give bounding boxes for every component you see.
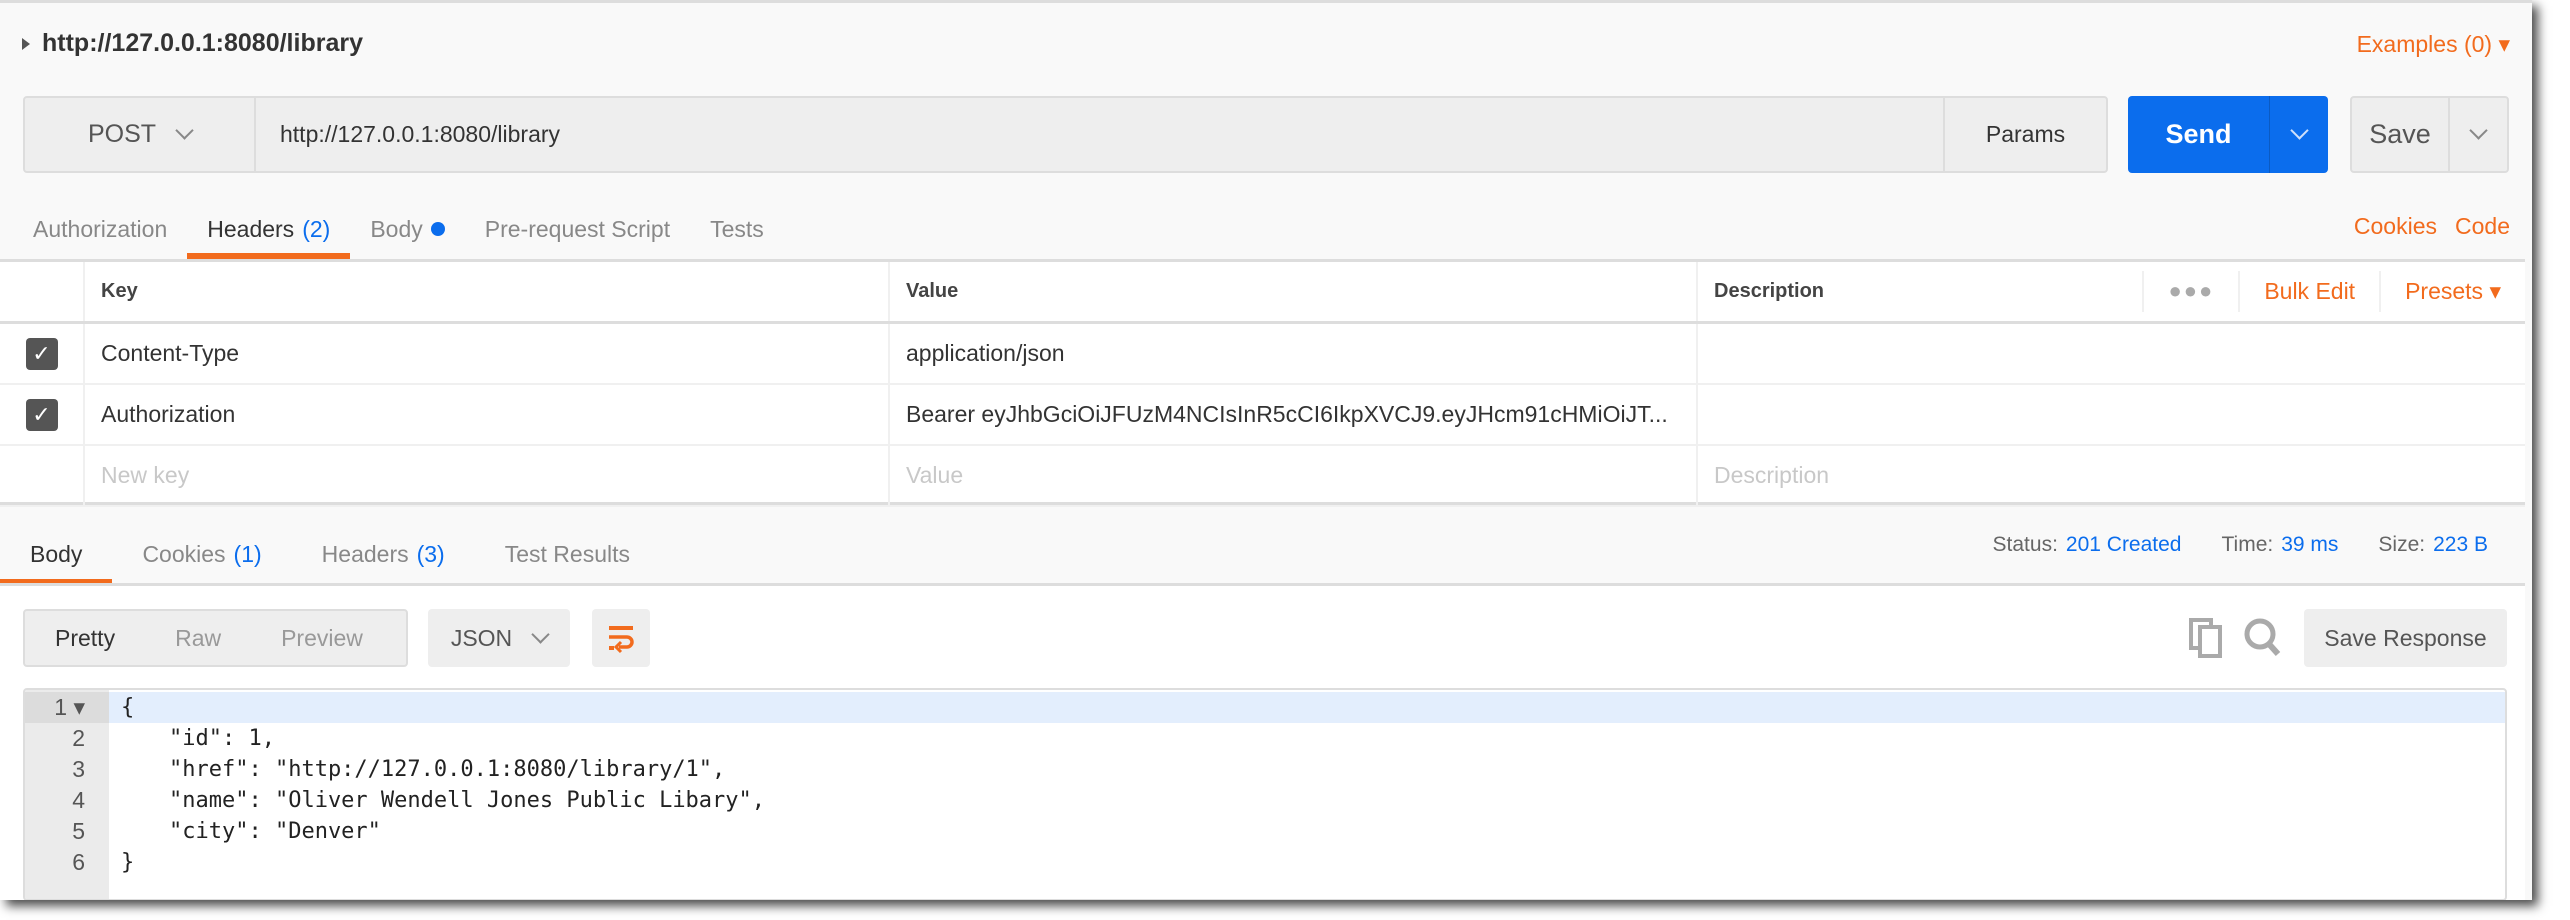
save-button[interactable]: Save xyxy=(2352,98,2450,171)
code-line: 1 ▾ { xyxy=(25,692,2505,723)
caret-right-icon xyxy=(22,37,30,50)
code-line: 2 "id": 1, xyxy=(25,723,2505,754)
send-button-group: Send xyxy=(2128,96,2328,173)
save-dropdown-button[interactable] xyxy=(2450,98,2507,171)
table-row: ✓ Authorization Bearer eyJhbGciOiJFUzM4N… xyxy=(0,385,2525,446)
header-key[interactable]: Authorization xyxy=(85,385,890,444)
examples-dropdown[interactable]: Examples (0) ▾ xyxy=(2357,31,2510,58)
tab-response-cookies[interactable]: Cookies (1) xyxy=(112,523,291,585)
format-select[interactable]: JSON xyxy=(428,609,570,667)
line-number: 2 xyxy=(72,725,85,751)
code-text: { xyxy=(121,695,135,720)
status-value: 201 Created xyxy=(2065,533,2182,556)
save-response-button[interactable]: Save Response xyxy=(2304,609,2507,667)
request-links: Cookies Code xyxy=(2354,213,2510,240)
bulk-edit-link[interactable]: Bulk Edit xyxy=(2238,270,2379,313)
new-description-input[interactable]: Description xyxy=(1698,446,2525,505)
code-line: 6} xyxy=(25,847,2505,878)
line-number: 3 xyxy=(72,756,85,782)
tab-tests[interactable]: Tests xyxy=(690,199,784,259)
cookies-link[interactable]: Cookies xyxy=(2354,213,2437,240)
code-text: "city": "Denver" xyxy=(169,819,381,844)
code-text: "name": "Oliver Wendell Jones Public Lib… xyxy=(169,788,766,813)
view-mode-selector: Pretty Raw Preview xyxy=(23,609,408,667)
tab-headers[interactable]: Headers (2) xyxy=(187,199,351,259)
header-description[interactable] xyxy=(1698,385,2525,444)
view-pretty[interactable]: Pretty xyxy=(25,625,145,652)
chevron-down-icon xyxy=(2289,121,2309,140)
header-enabled-checkbox[interactable]: ✓ xyxy=(25,398,58,431)
header-description[interactable] xyxy=(1698,324,2525,383)
more-options-icon[interactable]: ●●● xyxy=(2142,270,2238,313)
request-tabs: Authorization Headers (2) Body Pre-reques… xyxy=(13,199,784,259)
request-title[interactable]: http://127.0.0.1:8080/library xyxy=(22,29,363,58)
chevron-down-icon xyxy=(531,624,550,644)
chevron-down-icon xyxy=(175,121,194,140)
method-select[interactable]: POST xyxy=(25,98,256,171)
code-text: "id": 1, xyxy=(169,726,275,751)
copy-icon[interactable] xyxy=(2188,617,2224,664)
tab-test-results[interactable]: Test Results xyxy=(475,523,660,585)
time-value: 39 ms xyxy=(2281,533,2339,556)
send-button[interactable]: Send xyxy=(2128,96,2270,173)
line-number: 4 xyxy=(72,787,85,813)
url-input[interactable]: http://127.0.0.1:8080/library xyxy=(256,98,1943,171)
new-key-input[interactable]: New key xyxy=(85,446,890,505)
line-number: 5 xyxy=(72,818,85,844)
header-enabled-checkbox[interactable]: ✓ xyxy=(25,337,58,370)
header-value[interactable]: Bearer eyJhbGciOiJFUzM4NCIsInR5cCI6IkpXV… xyxy=(890,385,1698,444)
code-lines: 1 ▾ { 2 "id": 1, 3 "href": "http://127.0.0.… xyxy=(25,692,2505,878)
wrap-icon xyxy=(609,626,634,654)
chevron-down-icon xyxy=(2469,121,2488,140)
save-button-group: Save xyxy=(2350,96,2509,173)
header-value[interactable]: application/json xyxy=(890,324,1698,383)
postman-window: http://127.0.0.1:8080/library Examples (… xyxy=(0,0,2532,900)
params-button[interactable]: Params xyxy=(1943,98,2106,171)
code-line: 5 "city": "Denver" xyxy=(25,816,2505,847)
headers-table: Key Value Description ●●● Bulk Edit Pres… xyxy=(0,259,2525,507)
tab-pre-request-script[interactable]: Pre-request Script xyxy=(465,199,690,259)
wrap-lines-button[interactable] xyxy=(592,609,650,667)
tab-body[interactable]: Body xyxy=(350,199,464,259)
code-text: } xyxy=(121,850,135,875)
code-line: 4 "name": "Oliver Wendell Jones Public Li… xyxy=(25,785,2505,816)
tab-response-headers[interactable]: Headers (3) xyxy=(292,523,475,585)
line-number: 6 xyxy=(72,849,85,875)
tab-authorization[interactable]: Authorization xyxy=(13,199,187,259)
new-value-input[interactable]: Value xyxy=(890,446,1698,505)
code-link[interactable]: Code xyxy=(2455,213,2510,240)
view-preview[interactable]: Preview xyxy=(251,625,393,652)
header-key[interactable]: Content-Type xyxy=(85,324,890,383)
url-bar: POST http://127.0.0.1:8080/library Param… xyxy=(23,96,2108,173)
tab-response-body[interactable]: Body xyxy=(0,523,113,585)
send-dropdown-button[interactable] xyxy=(2270,96,2328,173)
divider xyxy=(0,583,2525,586)
line-number: 1 ▾ xyxy=(25,692,109,723)
size-value: 223 B xyxy=(2433,533,2488,556)
table-row: ✓ Content-Type application/json xyxy=(0,324,2525,385)
response-tabs: Body Cookies (1) Headers (3) Test Results xyxy=(0,523,660,585)
response-body-editor[interactable]: 1 ▾ { 2 "id": 1, 3 "href": "http://127.0.0.… xyxy=(23,688,2507,900)
search-icon[interactable] xyxy=(2243,617,2283,664)
view-raw[interactable]: Raw xyxy=(145,625,251,652)
code-text: "href": "http://127.0.0.1:8080/library/1… xyxy=(169,757,726,782)
presets-dropdown[interactable]: Presets ▾ xyxy=(2379,270,2525,313)
new-header-row: New key Value Description xyxy=(0,446,2525,507)
modified-dot-icon xyxy=(430,222,445,236)
table-header: Key Value Description ●●● Bulk Edit Pres… xyxy=(0,262,2525,324)
code-line: 3 "href": "http://127.0.0.1:8080/library/… xyxy=(25,754,2505,785)
response-status: Status: 201 Created Time: 39 ms Size: 223 B xyxy=(1992,533,2488,556)
